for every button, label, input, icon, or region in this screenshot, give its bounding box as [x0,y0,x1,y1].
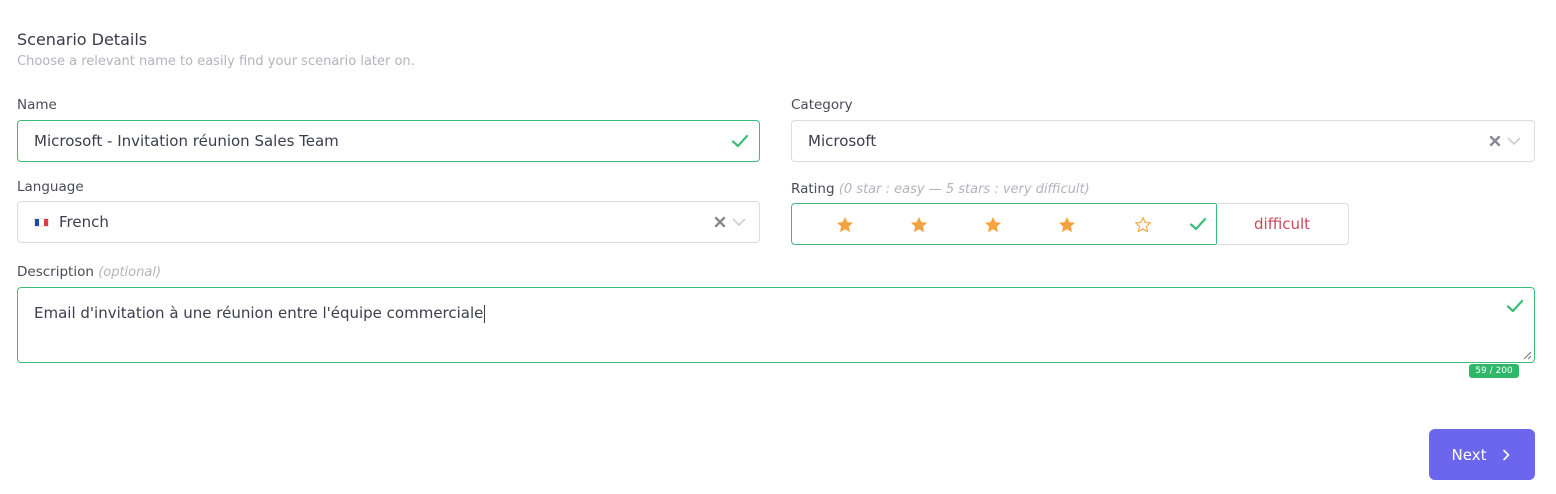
language-label: Language [17,179,84,195]
description-textarea[interactable]: Email d'invitation à une réunion entre l… [17,287,1535,363]
difficulty-level: difficult [1216,203,1349,245]
language-select-value: French [59,213,109,231]
resize-handle-icon[interactable] [1523,351,1532,360]
section-subtitle: Choose a relevant name to easily find yo… [17,54,415,69]
next-button-label: Next [1451,445,1487,464]
text-caret [484,304,486,323]
name-input-value: Microsoft - Invitation réunion Sales Tea… [34,132,339,150]
clear-icon[interactable] [1488,134,1502,148]
description-hint: (optional) [98,265,162,280]
scenario-details-form: Scenario Details Choose a relevant name … [0,0,1556,494]
description-label: Description (optional) [17,264,161,280]
category-label: Category [791,97,853,113]
chevron-down-icon[interactable] [731,214,747,230]
category-select-controls [1488,121,1522,161]
french-flag-icon [34,217,49,227]
description-textarea-value: Email d'invitation à une réunion entre l… [34,304,484,322]
chevron-right-icon [1503,449,1510,460]
section-title: Scenario Details [17,30,148,49]
rating-label-text: Rating [791,181,835,197]
category-select-value: Microsoft [808,132,877,150]
star-icon[interactable] [836,216,854,234]
star-icon[interactable] [1134,216,1152,234]
name-label: Name [17,97,57,113]
language-select[interactable]: French [17,201,760,243]
name-input[interactable]: Microsoft - Invitation réunion Sales Tea… [17,120,760,162]
clear-icon[interactable] [713,215,727,229]
description-label-text: Description [17,264,94,280]
check-icon [1506,297,1524,315]
rating-label: Rating (0 star : easy — 5 stars : very d… [791,181,1090,197]
category-select[interactable]: Microsoft [791,120,1535,162]
rating-hint: (0 star : easy — 5 stars : very difficul… [838,182,1090,197]
chevron-down-icon[interactable] [1506,133,1522,149]
rating-stars [791,203,1217,245]
character-counter: 59 / 200 [1469,364,1519,378]
star-icon[interactable] [1058,216,1076,234]
language-select-controls [713,202,747,242]
check-icon [1189,215,1207,233]
star-icon[interactable] [910,216,928,234]
check-icon [731,132,749,150]
star-icon[interactable] [984,216,1002,234]
next-button[interactable]: Next [1429,429,1535,480]
